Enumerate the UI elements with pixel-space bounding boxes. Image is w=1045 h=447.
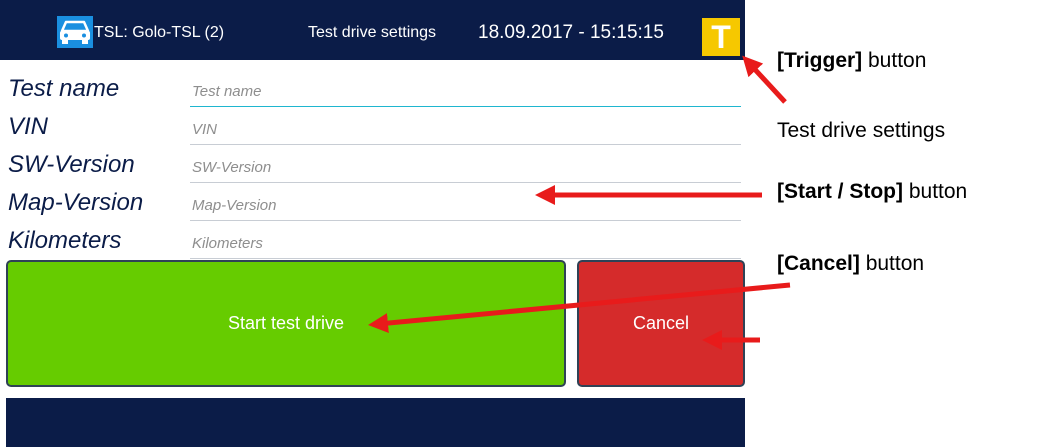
cancel-button[interactable]: Cancel	[577, 260, 745, 387]
annotation-trigger-rest: button	[862, 49, 927, 72]
car-icon	[57, 16, 93, 48]
top-bar: TSL: Golo-TSL (2) Test drive settings 18…	[0, 0, 745, 60]
annotation-cancel: [Cancel] button	[777, 252, 924, 276]
sw-version-input[interactable]	[190, 153, 741, 183]
tsl-label: TSL: Golo-TSL (2)	[94, 24, 225, 41]
screen-title: Test drive settings	[308, 24, 437, 41]
start-test-drive-button[interactable]: Start test drive	[6, 260, 566, 387]
annotation-trigger-bold: [Trigger]	[777, 49, 863, 72]
kilometers-input[interactable]	[190, 229, 741, 259]
annotation-cancel-bold: [Cancel]	[777, 252, 860, 275]
datetime: 18.09.2017 - 15:15:15	[478, 22, 664, 43]
trigger-button-label: T	[711, 19, 731, 55]
annotation-start-stop-rest: button	[903, 180, 968, 203]
map-version-input[interactable]	[190, 191, 741, 221]
trigger-button[interactable]: T	[702, 18, 740, 56]
annotation-start-stop-bold: [Start / Stop]	[777, 180, 903, 203]
start-test-drive-label: Start test drive	[227, 313, 345, 333]
label-vin: VIN	[8, 113, 49, 140]
annotation-settings: Test drive settings	[777, 119, 946, 142]
cancel-label: Cancel	[632, 313, 690, 333]
tablet-screen: TSL: Golo-TSL (2) Test drive settings 18…	[0, 0, 745, 447]
annotation-cancel-rest: button	[859, 252, 925, 275]
annotation-start-stop: [Start / Stop] button	[777, 180, 967, 204]
label-sw-version: SW-Version	[8, 151, 135, 178]
label-test-name: Test name	[8, 75, 120, 102]
test-name-input[interactable]	[190, 77, 741, 107]
bottom-bar	[6, 398, 745, 447]
annotation-trigger: [Trigger] button	[777, 49, 926, 73]
vin-input[interactable]	[190, 115, 741, 145]
label-kilometers: Kilometers	[8, 227, 122, 254]
label-map-version: Map-Version	[8, 189, 144, 216]
